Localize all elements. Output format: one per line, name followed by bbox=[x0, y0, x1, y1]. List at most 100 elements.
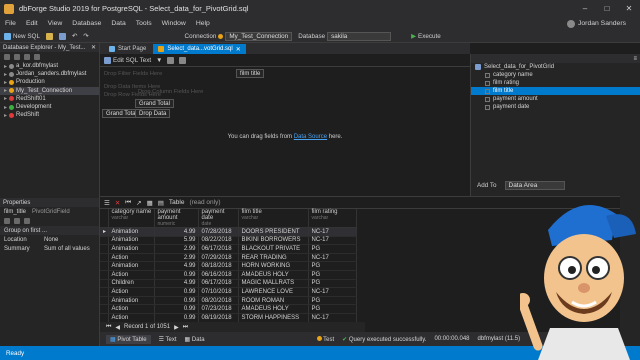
connection-selector[interactable]: Connection My_Test_Connection bbox=[185, 31, 293, 41]
table-cell[interactable]: 08/18/2018 bbox=[198, 261, 239, 271]
close-icon[interactable]: ✕ bbox=[115, 199, 120, 207]
table-row[interactable]: ▸ Animation 4.99 07/28/2018 DOORS PRESIDENT N… bbox=[100, 227, 357, 237]
column-drop-area[interactable]: Drop Column Fields Here bbox=[138, 89, 203, 95]
table-cell[interactable]: REAR TRADING bbox=[238, 253, 309, 263]
expand-icon[interactable]: ▸ bbox=[4, 71, 7, 78]
menu-help[interactable]: Help bbox=[196, 20, 210, 27]
table-cell[interactable]: 08/19/2018 bbox=[198, 313, 239, 323]
table-cell[interactable]: 2.99 bbox=[154, 253, 199, 263]
column-header[interactable]: payment date date bbox=[198, 209, 239, 228]
table-cell[interactable]: Animation bbox=[108, 244, 155, 254]
table-cell[interactable]: 06/17/2018 bbox=[198, 244, 239, 254]
user-account[interactable]: Jordan Sanders bbox=[567, 19, 626, 28]
table-cell[interactable]: Children bbox=[108, 279, 155, 289]
prev-record-icon[interactable]: ◀ bbox=[115, 324, 120, 331]
property-row[interactable]: Summary Sum of all values bbox=[0, 244, 99, 253]
table-cell[interactable]: NC-17 bbox=[308, 236, 357, 246]
first-record-icon[interactable]: ⏮ bbox=[106, 324, 111, 331]
table-cell[interactable]: PG bbox=[308, 296, 357, 306]
redo-button[interactable]: ↷ bbox=[83, 33, 88, 40]
refresh-icon[interactable] bbox=[24, 54, 30, 60]
filter-icon[interactable] bbox=[34, 54, 40, 60]
pivot-field-film-title[interactable]: film title bbox=[236, 69, 265, 78]
table-cell[interactable]: Action bbox=[108, 287, 155, 297]
table-row[interactable]: Action 2.99 07/29/2018 REAR TRADING NC-17 bbox=[100, 253, 357, 263]
field-list-item[interactable]: payment date bbox=[471, 103, 640, 111]
table-cell[interactable]: 0.99 bbox=[154, 304, 199, 314]
maximize-icon[interactable]: □ bbox=[596, 0, 618, 17]
table-cell[interactable]: 5.99 bbox=[154, 236, 199, 246]
table-cell[interactable]: 08/20/2018 bbox=[198, 296, 239, 306]
add-to-button[interactable]: Add To bbox=[477, 182, 497, 189]
column-header[interactable]: payment amount numeric bbox=[154, 209, 199, 228]
table-cell[interactable]: NC-17 bbox=[308, 313, 357, 323]
table-cell[interactable]: Animation bbox=[108, 261, 155, 271]
field-checkbox[interactable] bbox=[485, 104, 490, 110]
table-cell[interactable]: Action bbox=[108, 313, 155, 323]
undo-button[interactable]: ↶ bbox=[72, 33, 77, 40]
tab-start-page[interactable]: Start Page bbox=[104, 44, 151, 54]
last-record-icon[interactable]: ⏭ bbox=[183, 324, 188, 331]
open-button[interactable] bbox=[45, 32, 53, 40]
expand-icon[interactable]: ▸ bbox=[4, 95, 7, 102]
database-selector[interactable]: Database sakila bbox=[298, 31, 392, 41]
table-cell[interactable]: 07/10/2018 bbox=[198, 287, 239, 297]
menu-file[interactable]: File bbox=[5, 20, 16, 27]
pin-icon[interactable]: ✕ bbox=[91, 44, 96, 51]
expand-icon[interactable]: ▸ bbox=[4, 112, 7, 119]
table-cell[interactable]: NC-17 bbox=[308, 253, 357, 263]
filter-button[interactable]: ▼ bbox=[156, 57, 162, 64]
table-row[interactable]: Animation 4.99 08/18/2018 HORN WORKING PG bbox=[100, 261, 357, 271]
menu-window[interactable]: Window bbox=[162, 20, 186, 27]
table-cell[interactable]: PG bbox=[308, 279, 357, 289]
expand-icon[interactable]: ▸ bbox=[4, 87, 7, 94]
save-button[interactable] bbox=[58, 32, 66, 40]
alphabetical-icon[interactable] bbox=[14, 218, 20, 224]
table-cell[interactable]: 0.99 bbox=[154, 296, 199, 306]
table-row[interactable]: Action 0.99 08/19/2018 STORM HAPPINESS NC-17 bbox=[100, 313, 357, 323]
table-cell[interactable]: STORM HAPPINESS bbox=[238, 313, 309, 323]
table-cell[interactable]: AMADEUS HOLY bbox=[238, 270, 309, 280]
table-row[interactable]: Action 0.99 06/16/2018 AMADEUS HOLY PG bbox=[100, 270, 357, 280]
table-cell[interactable]: Animation bbox=[108, 296, 155, 306]
table-cell[interactable]: HORN WORKING bbox=[238, 261, 309, 271]
menu-data[interactable]: Data bbox=[111, 20, 125, 27]
sort-icon[interactable]: ≡ bbox=[633, 56, 637, 62]
table-cell[interactable]: MAGIC MALLRATS bbox=[238, 279, 309, 289]
tab-text[interactable]: ☰ Text bbox=[159, 336, 177, 343]
categorized-icon[interactable] bbox=[4, 218, 10, 224]
first-record-icon[interactable]: ⏮ bbox=[125, 199, 131, 207]
next-record-icon[interactable]: ▶ bbox=[174, 324, 179, 331]
tab-sql-document[interactable]: Select_data...votGrid.sql ✕ bbox=[153, 44, 246, 54]
table-cell[interactable]: AMADEUS HOLY bbox=[238, 304, 309, 314]
table-cell[interactable]: ROOM ROMAN bbox=[238, 296, 309, 306]
table-cell[interactable]: PG bbox=[308, 304, 357, 314]
layout-button[interactable] bbox=[167, 56, 175, 64]
new-connection-icon[interactable] bbox=[4, 54, 10, 60]
table-cell[interactable]: LAWRENCE LOVE bbox=[238, 287, 309, 297]
property-row[interactable]: Location None bbox=[0, 235, 99, 244]
menu-view[interactable]: View bbox=[48, 20, 63, 27]
card-view-icon[interactable]: ▤ bbox=[158, 199, 164, 207]
expand-icon[interactable]: ▸ bbox=[4, 79, 7, 86]
connection-dropdown[interactable]: My_Test_Connection bbox=[225, 31, 293, 41]
table-cell[interactable]: PG bbox=[308, 244, 357, 254]
close-icon[interactable]: ✕ bbox=[618, 0, 640, 17]
table-cell[interactable]: BLACKOUT PRIVATE bbox=[238, 244, 309, 254]
property-group[interactable]: Group on first ... bbox=[0, 226, 99, 235]
tab-data[interactable]: ▦ Data bbox=[185, 336, 205, 343]
property-pages-icon[interactable] bbox=[24, 218, 30, 224]
column-header[interactable]: film title varchar bbox=[238, 209, 309, 228]
execute-button[interactable]: ▶ Execute bbox=[411, 33, 441, 40]
tree-item[interactable]: ▸ Development bbox=[0, 103, 99, 111]
table-cell[interactable]: Animation bbox=[108, 236, 155, 246]
table-cell[interactable]: BIKINI BORROWERS bbox=[238, 236, 309, 246]
table-row[interactable]: Animation 2.99 06/17/2018 BLACKOUT PRIVATE P… bbox=[100, 244, 357, 254]
table-cell[interactable]: 4.99 bbox=[154, 261, 199, 271]
grid-view-icon[interactable]: ▦ bbox=[147, 199, 153, 207]
table-cell[interactable]: 08/22/2018 bbox=[198, 236, 239, 246]
menu-edit[interactable]: Edit bbox=[26, 20, 38, 27]
new-sql-button[interactable]: New SQL bbox=[4, 32, 40, 40]
table-cell[interactable]: 4.99 bbox=[154, 227, 199, 237]
menu-tools[interactable]: Tools bbox=[136, 20, 152, 27]
